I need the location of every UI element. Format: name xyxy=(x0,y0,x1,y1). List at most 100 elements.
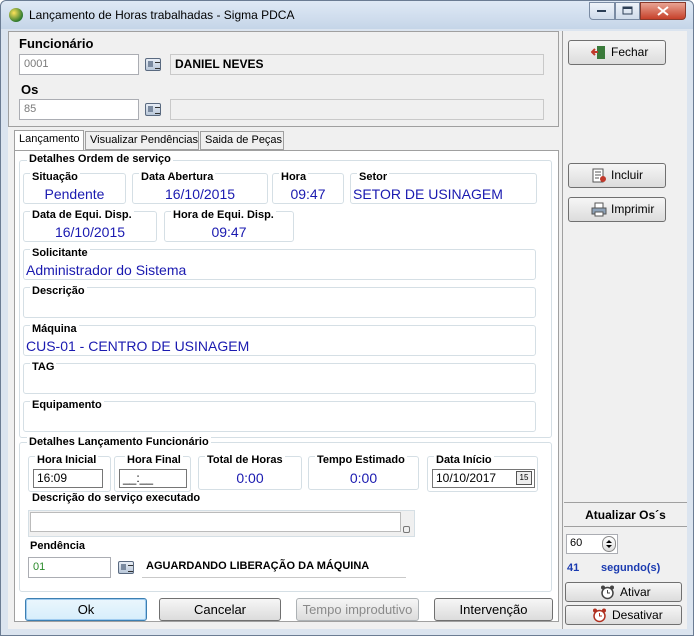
hora-equi-disp-value: 09:47 xyxy=(211,224,247,240)
hora-inicial-input[interactable]: 16:09 xyxy=(33,469,103,488)
setor-value: SETOR DE USINAGEM xyxy=(353,186,503,202)
total-horas-label: Total de Horas xyxy=(205,454,285,466)
add-document-icon xyxy=(592,168,606,183)
ordem-group-title: Detalhes Ordem de serviço xyxy=(27,153,173,165)
total-horas-field: Total de Horas 0:00 xyxy=(198,454,302,490)
descricao-label: Descrição xyxy=(30,285,87,297)
tag-field: TAG xyxy=(23,361,536,394)
pendencia-code-input[interactable]: 01 xyxy=(28,557,111,578)
tab-lancamento[interactable]: Lançamento xyxy=(14,130,84,151)
setor-field: Setor SETOR DE USINAGEM xyxy=(350,171,537,204)
data-inicio-value: 10/10/2017 xyxy=(436,471,497,485)
os-label: Os xyxy=(21,82,39,97)
client-area: Funcionário 0001 DANIEL NEVES Os 85 Lanç… xyxy=(8,31,687,629)
ativar-button[interactable]: Ativar xyxy=(565,582,682,602)
data-inicio-input[interactable]: 10/10/2017 15 xyxy=(432,469,535,488)
resize-grip-icon[interactable] xyxy=(403,526,410,533)
descricao-servico-input[interactable] xyxy=(30,512,401,532)
pendencia-name-field: AGUARDANDO LIBERAÇÃO DA MÁQUINA xyxy=(142,557,406,578)
data-equi-disp-field: Data de Equi. Disp. 16/10/2015 xyxy=(23,209,157,242)
exit-door-icon xyxy=(591,46,605,59)
hora-label: Hora xyxy=(279,171,309,183)
lancamento-group-title: Detalhes Lançamento Funcionário xyxy=(27,436,211,448)
data-abertura-value: 16/10/2015 xyxy=(164,186,236,202)
tab-panel-lancamento: Detalhes Ordem de serviço Situação Pende… xyxy=(14,150,559,622)
data-abertura-field: Data Abertura 16/10/2015 xyxy=(132,171,268,204)
calendar-icon[interactable]: 15 xyxy=(516,471,532,485)
equipamento-label: Equipamento xyxy=(30,399,104,411)
ativar-label: Ativar xyxy=(620,585,651,599)
lookup-card-icon[interactable] xyxy=(118,561,134,574)
data-abertura-label: Data Abertura xyxy=(139,171,216,183)
tag-label: TAG xyxy=(30,361,57,373)
os-code-input[interactable]: 85 xyxy=(19,99,139,120)
hora-value: 09:47 xyxy=(290,186,326,202)
funcionario-name-field: DANIEL NEVES xyxy=(170,54,544,75)
solicitante-field: Solicitante Administrador do Sistema xyxy=(23,247,536,280)
funcionario-code-input[interactable]: 0001 xyxy=(19,54,139,75)
lookup-card-icon[interactable] xyxy=(145,58,161,71)
app-window: Lançamento de Horas trabalhadas - Sigma … xyxy=(0,0,694,636)
data-equi-disp-value: 16/10/2015 xyxy=(54,224,126,240)
pendencia-label: Pendência xyxy=(30,540,86,552)
desativar-label: Desativar xyxy=(612,608,663,622)
window-title: Lançamento de Horas trabalhadas - Sigma … xyxy=(29,8,295,22)
solicitante-value: Administrador do Sistema xyxy=(26,262,187,278)
maquina-value: CUS-01 - CENTRO DE USINAGEM xyxy=(26,338,250,354)
intervencao-button[interactable]: Intervenção xyxy=(434,598,553,621)
data-inicio-label: Data Início xyxy=(434,454,494,466)
tempo-improdutivo-button[interactable]: Tempo improdutivo xyxy=(296,598,419,621)
imprimir-label: Imprimir xyxy=(611,202,655,216)
alarm-clock-off-icon xyxy=(593,608,606,623)
right-panel-separator xyxy=(564,502,687,503)
spin-arrows-icon[interactable] xyxy=(602,536,616,552)
hora-inicial-label: Hora Inicial xyxy=(35,454,99,466)
countdown-value: 41 xyxy=(567,562,580,574)
incluir-label: Incluir xyxy=(611,168,644,182)
close-window-button[interactable] xyxy=(640,2,686,20)
ok-button[interactable]: Ok xyxy=(25,598,147,621)
hora-field: Hora 09:47 xyxy=(272,171,344,204)
data-equi-disp-label: Data de Equi. Disp. xyxy=(30,209,134,221)
tempo-estimado-label: Tempo Estimado xyxy=(315,454,407,466)
desativar-button[interactable]: Desativar xyxy=(565,605,682,625)
interval-spinner[interactable]: 60 xyxy=(566,534,618,554)
descricao-field: Descrição xyxy=(23,285,536,318)
fechar-button[interactable]: Fechar xyxy=(568,40,666,65)
tab-visualizar-pendencias[interactable]: Visualizar Pendências xyxy=(85,131,199,150)
tab-saida-de-pecas[interactable]: Saida de Peças xyxy=(200,131,284,150)
os-name-field xyxy=(170,99,544,120)
lookup-card-icon[interactable] xyxy=(145,103,161,116)
incluir-button[interactable]: Incluir xyxy=(568,163,666,188)
funcionario-label: Funcionário xyxy=(19,36,94,51)
header-section: Funcionário 0001 DANIEL NEVES Os 85 xyxy=(8,31,559,127)
imprimir-button[interactable]: Imprimir xyxy=(568,197,666,222)
hora-equi-disp-label: Hora de Equi. Disp. xyxy=(171,209,276,221)
fechar-label: Fechar xyxy=(611,45,649,59)
situacao-field: Situação Pendente xyxy=(23,171,126,204)
atualizar-title: Atualizar Os´s xyxy=(585,508,666,522)
countdown-unit: segundo(s) xyxy=(601,562,661,574)
data-inicio-field: Data Início 10/10/2017 15 xyxy=(427,454,538,492)
maximize-button[interactable] xyxy=(615,2,640,20)
title-bar[interactable]: Lançamento de Horas trabalhadas - Sigma … xyxy=(1,1,693,29)
interval-value: 60 xyxy=(570,537,583,549)
printer-icon xyxy=(591,202,607,217)
hora-final-input[interactable]: __:__ xyxy=(119,469,187,488)
total-horas-value: 0:00 xyxy=(236,470,264,486)
alarm-clock-icon xyxy=(601,585,614,600)
minimize-button[interactable] xyxy=(589,2,615,20)
descricao-servico-label: Descrição do serviço executado xyxy=(32,492,201,504)
maquina-field: Máquina CUS-01 - CENTRO DE USINAGEM xyxy=(23,323,536,356)
equipamento-field: Equipamento xyxy=(23,399,536,432)
tempo-estimado-value: 0:00 xyxy=(349,470,378,486)
situacao-label: Situação xyxy=(30,171,80,183)
app-logo-icon xyxy=(9,8,23,22)
descricao-servico-textarea[interactable] xyxy=(28,510,415,537)
solicitante-label: Solicitante xyxy=(30,247,90,259)
situacao-value: Pendente xyxy=(44,186,105,202)
setor-label: Setor xyxy=(357,171,390,183)
hora-final-label: Hora Final xyxy=(125,454,183,466)
hora-inicial-field: Hora Inicial 16:09 xyxy=(28,454,111,492)
cancelar-button[interactable]: Cancelar xyxy=(159,598,281,621)
